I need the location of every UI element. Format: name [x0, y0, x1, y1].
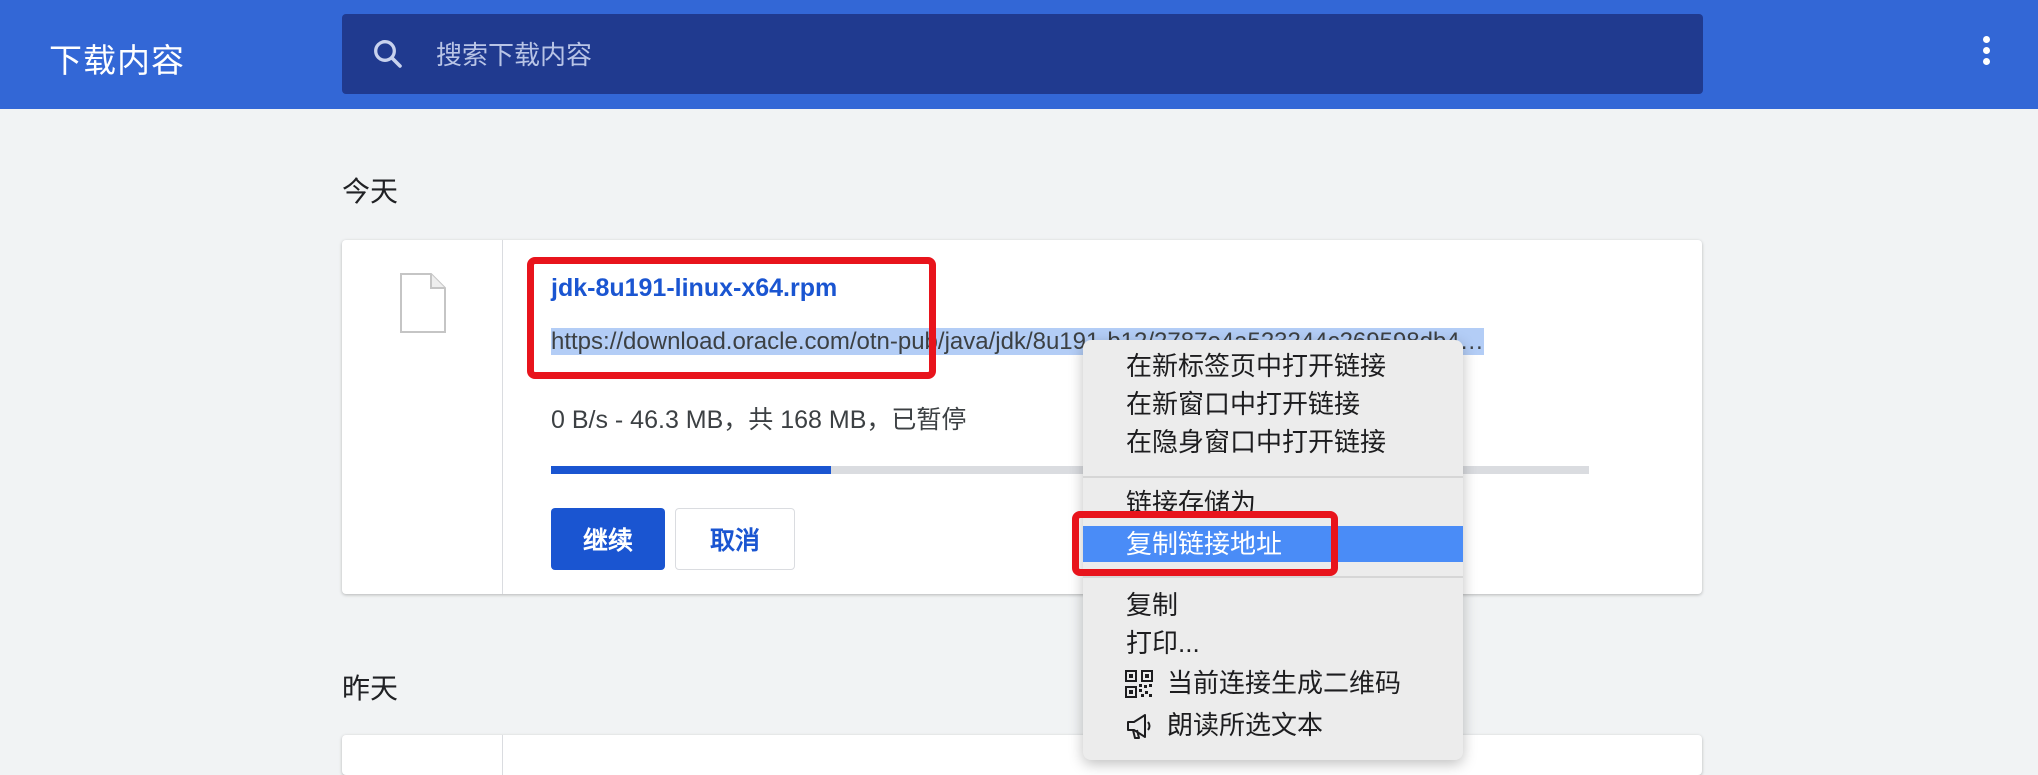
menu-generate-qr-label: 当前连接生成二维码 [1167, 668, 1402, 698]
search-input[interactable] [434, 14, 1638, 96]
section-yesterday: 昨天 [342, 673, 399, 704]
card-divider [502, 240, 503, 594]
download-card-yesterday [342, 735, 1702, 775]
menu-copy[interactable]: 复制 [1083, 587, 1463, 623]
highlight-box-file [527, 257, 936, 379]
progress-fill [551, 466, 832, 474]
menu-print[interactable]: 打印... [1083, 625, 1463, 661]
menu-separator [1083, 576, 1463, 578]
menu-read-aloud-label: 朗读所选文本 [1167, 710, 1324, 740]
search-icon [374, 40, 402, 68]
resume-button[interactable]: 继续 [551, 508, 665, 570]
more-vert-icon[interactable] [1980, 36, 1992, 72]
top-bar: 下载内容 [0, 0, 2038, 109]
qr-code-icon [1125, 670, 1153, 698]
menu-open-incognito[interactable]: 在隐身窗口中打开链接 [1083, 424, 1463, 460]
document-icon[interactable] [398, 272, 448, 334]
menu-separator [1083, 476, 1463, 478]
cancel-button[interactable]: 取消 [675, 508, 795, 570]
highlight-box-copy-link [1072, 511, 1338, 576]
menu-read-aloud[interactable]: 朗读所选文本 [1083, 707, 1463, 743]
card-divider-2 [502, 735, 503, 775]
search-box[interactable] [342, 14, 1703, 96]
megaphone-icon [1127, 714, 1151, 739]
menu-open-new-window[interactable]: 在新窗口中打开链接 [1083, 386, 1463, 422]
section-today: 今天 [342, 176, 399, 207]
menu-open-new-tab[interactable]: 在新标签页中打开链接 [1083, 348, 1463, 384]
menu-generate-qr[interactable]: 当前连接生成二维码 [1083, 665, 1463, 701]
page-title: 下载内容 [49, 42, 185, 79]
download-status: 0 B/s - 46.3 MB，共 168 MB，已暂停 [551, 406, 967, 434]
